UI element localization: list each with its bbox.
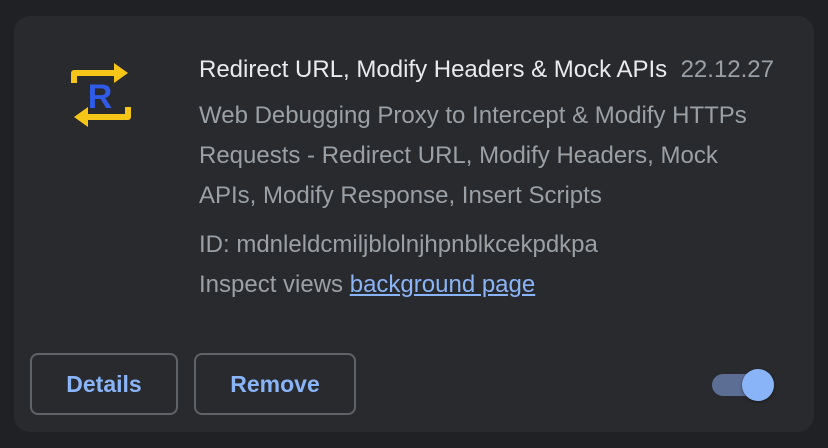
extension-id: ID: mdnleldcmiljblolnjhpnblkcekpdkpa — [199, 231, 598, 258]
enable-toggle[interactable] — [710, 368, 774, 401]
background-page-link[interactable]: background page — [350, 271, 535, 298]
toggle-knob — [742, 369, 774, 401]
extension-logo-icon: R — [66, 59, 136, 133]
extension-description: Web Debugging Proxy to Intercept & Modif… — [199, 102, 747, 209]
inspect-views-row: Inspect views background page — [199, 265, 535, 305]
extension-logo-letter: R — [88, 78, 113, 116]
remove-button[interactable]: Remove — [194, 353, 356, 415]
extension-version: 22.12.27 — [680, 56, 774, 83]
extension-card: R Redirect URL, Modify Headers & Mock AP… — [14, 16, 814, 432]
details-button[interactable]: Details — [30, 353, 178, 415]
extension-title: Redirect URL, Modify Headers & Mock APIs — [199, 56, 668, 83]
inspect-views-label: Inspect views — [199, 271, 344, 298]
